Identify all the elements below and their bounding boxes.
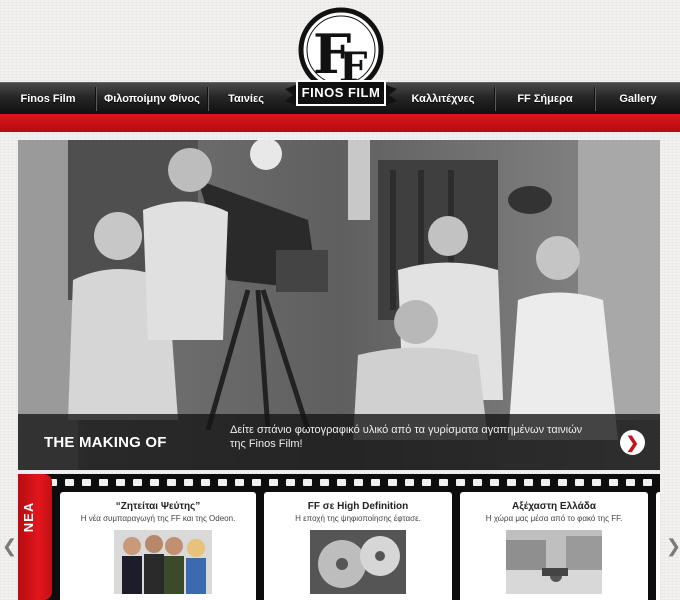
news-card-subtitle: Η εποχή της ψηφιοποίησης έφτασε. [295,514,421,523]
film-perforation [541,479,550,486]
film-perforation [269,479,278,486]
news-card-axexasti-ellada[interactable]: Αξέχαστη Ελλάδα Η χώρα μας μέσα από το φ… [460,492,648,600]
news-next-button[interactable]: ❯ [666,536,680,557]
news-card-subtitle: Η νέα συμπαραγωγή της FF και της Odeon. [80,514,236,523]
film-perforation [133,479,142,486]
nav-item-ff-simera[interactable]: FF Σήμερα [496,83,594,115]
film-perforation [320,479,329,486]
news-card-partial [656,492,660,600]
film-perforation [99,479,108,486]
film-perforation [592,479,601,486]
hero-caption-bar: THE MAKING OF Δείτε σπάνιο φωτογραφικό υ… [18,414,660,470]
film-perforation [201,479,210,486]
chevron-right-icon: ❯ [666,536,680,556]
nav-item-kallitexnes[interactable]: Καλλιτέχνες [395,83,491,115]
film-perforation [473,479,482,486]
film-perforation [354,479,363,486]
news-card-subtitle: Η χώρα μας μέσα από το φακό της FF. [485,514,623,523]
nav-red-stripe [0,114,680,132]
film-perforation [150,479,159,486]
hero-title: THE MAKING OF [44,434,167,451]
village-photo [506,530,602,594]
film-perforation [507,479,516,486]
film-perforation [626,479,635,486]
film-perforation [456,479,465,486]
nav-item-finos-film[interactable]: Finos Film [0,83,96,115]
logo-text: FINOS FILM [301,85,381,100]
news-card-title: FF σε High Definition [307,501,409,512]
film-perforation [405,479,414,486]
nav-item-filopoimin-finos[interactable]: Φιλοποίμην Φίνος [97,83,207,115]
film-perforation [337,479,346,486]
hero-next-button[interactable]: ❯ [620,430,645,455]
film-perforation [218,479,227,486]
news-tab-label: ΝΕΑ [21,501,36,533]
chevron-left-icon: ❮ [2,536,18,556]
film-perforation [388,479,397,486]
film-reels-photo [310,530,406,594]
news-tab: ΝΕΑ [18,474,52,600]
nav-item-tainies[interactable]: Ταινίες [209,83,283,115]
news-card-ff-high-definition[interactable]: FF σε High Definition Η εποχή της ψηφιοπ… [264,492,452,600]
film-perforation [116,479,125,486]
film-perforation [439,479,448,486]
film-perforations [48,479,660,487]
film-perforation [82,479,91,486]
film-perforation [371,479,380,486]
chevron-right-icon: ❯ [625,434,640,452]
film-perforation [575,479,584,486]
film-perforation [303,479,312,486]
film-perforation [65,479,74,486]
film-perforation [558,479,567,486]
film-perforation [422,479,431,486]
film-perforation [490,479,499,486]
film-perforation [286,479,295,486]
news-card-title: “Ζητείται Ψεύτης” [115,501,201,512]
film-perforation [252,479,261,486]
news-card-zitite-pseftis[interactable]: “Ζητείται Ψεύτης” Η νέα συμπαραγωγή της … [60,492,256,600]
hero-description: Δείτε σπάνιο φωτογραφικό υλικό από τα γυ… [230,424,583,450]
hero-slide[interactable]: THE MAKING OF Δείτε σπάνιο φωτογραφικό υ… [18,140,660,470]
finos-film-logo[interactable]: F F FINOS FILM [283,5,399,115]
film-perforation [184,479,193,486]
cast-photo [114,530,212,594]
film-perforation [643,479,652,486]
film-perforation [235,479,244,486]
film-perforation [167,479,176,486]
news-card-title: Αξέχαστη Ελλάδα [512,501,596,512]
nav-item-gallery[interactable]: Gallery [596,83,680,115]
news-prev-button[interactable]: ❮ [2,536,17,557]
news-filmstrip: “Ζητείται Ψεύτης” Η νέα συμπαραγωγή της … [18,474,660,600]
film-perforation [524,479,533,486]
film-perforation [609,479,618,486]
